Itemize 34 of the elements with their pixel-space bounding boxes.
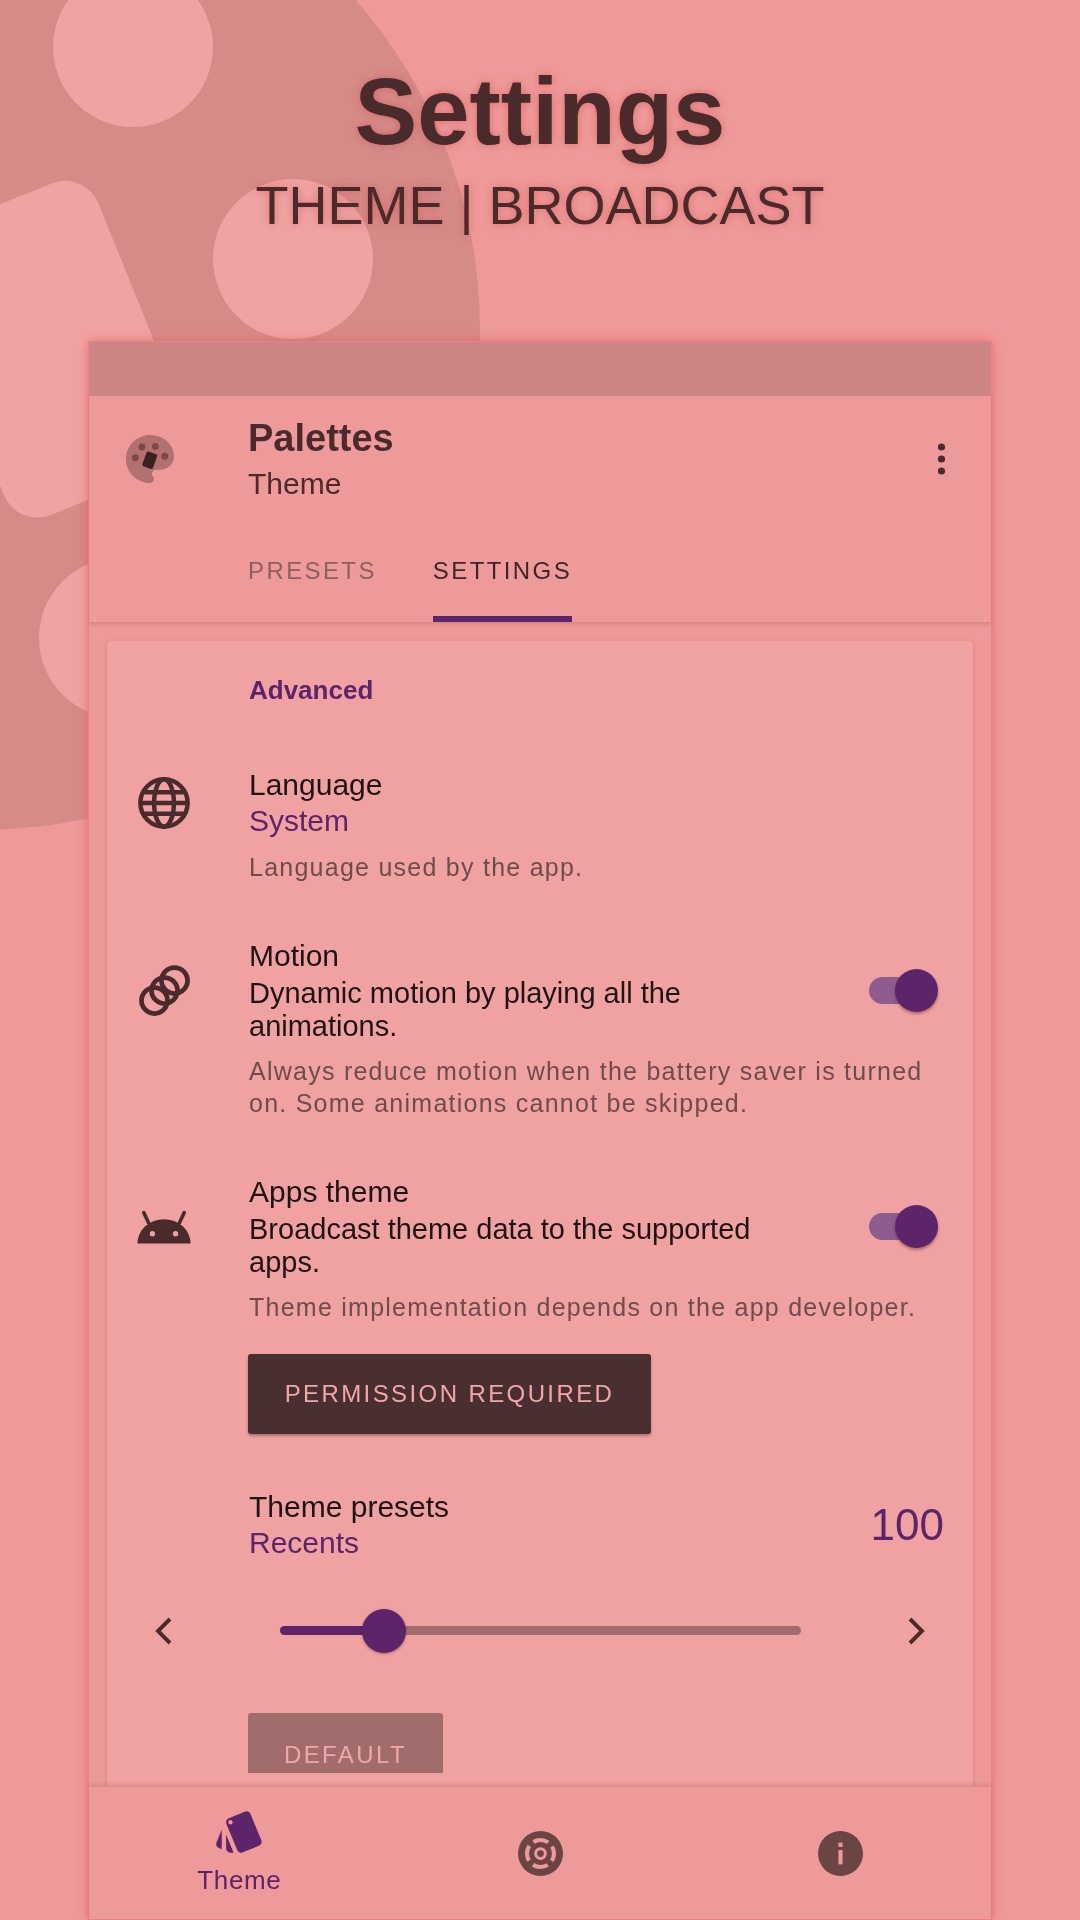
preference-value: Recents xyxy=(249,1525,361,1561)
globe-icon xyxy=(138,777,190,829)
permission-button[interactable]: PERMISSION REQUIRED xyxy=(248,1354,651,1434)
app-subtitle: Theme xyxy=(248,466,343,502)
preference-title: Motion xyxy=(249,938,341,974)
slider-track[interactable] xyxy=(280,1609,801,1653)
preference-description: Theme implementation depends on the app developer. xyxy=(249,1292,918,1323)
preference-description: Language used by the app. xyxy=(249,852,585,883)
section-header: Advanced xyxy=(248,674,375,706)
palette-icon xyxy=(126,435,174,483)
preference-title: Theme presets xyxy=(249,1489,451,1525)
lifebuoy-icon xyxy=(517,1830,563,1876)
toggle-switch[interactable] xyxy=(869,969,938,1012)
robot-head-icon xyxy=(136,1209,192,1244)
preference-title: Language xyxy=(249,767,384,803)
chevron-left-icon[interactable] xyxy=(155,1616,173,1646)
slider-thumb[interactable] xyxy=(362,1609,407,1653)
chevron-right-icon[interactable] xyxy=(907,1616,925,1646)
preference-title: Apps theme xyxy=(249,1174,411,1210)
preference-reading: 100 xyxy=(870,1499,944,1551)
preference-value: System xyxy=(249,803,351,839)
preference-summary: Dynamic motion by playing all the animations. xyxy=(249,977,682,1043)
tab[interactable]: SETTINGS xyxy=(432,546,573,622)
swatch-cards-icon xyxy=(216,1810,263,1853)
preference-summary: Broadcast theme data to the supported apps. xyxy=(249,1213,752,1279)
app-title: Palettes xyxy=(248,416,394,460)
rings-icon xyxy=(138,965,190,1016)
page-title: Settings xyxy=(354,58,726,166)
toggle-switch[interactable] xyxy=(869,1205,938,1248)
preference-description: Always reduce motion when the battery saver is turned on. Some animations cannot be skipped. xyxy=(249,1056,924,1119)
info-icon xyxy=(818,1830,864,1876)
nav-tab[interactable]: Theme xyxy=(89,1787,390,1919)
more-options-icon[interactable] xyxy=(936,443,946,475)
page-subtitle: THEME | BROADCAST xyxy=(255,174,825,237)
